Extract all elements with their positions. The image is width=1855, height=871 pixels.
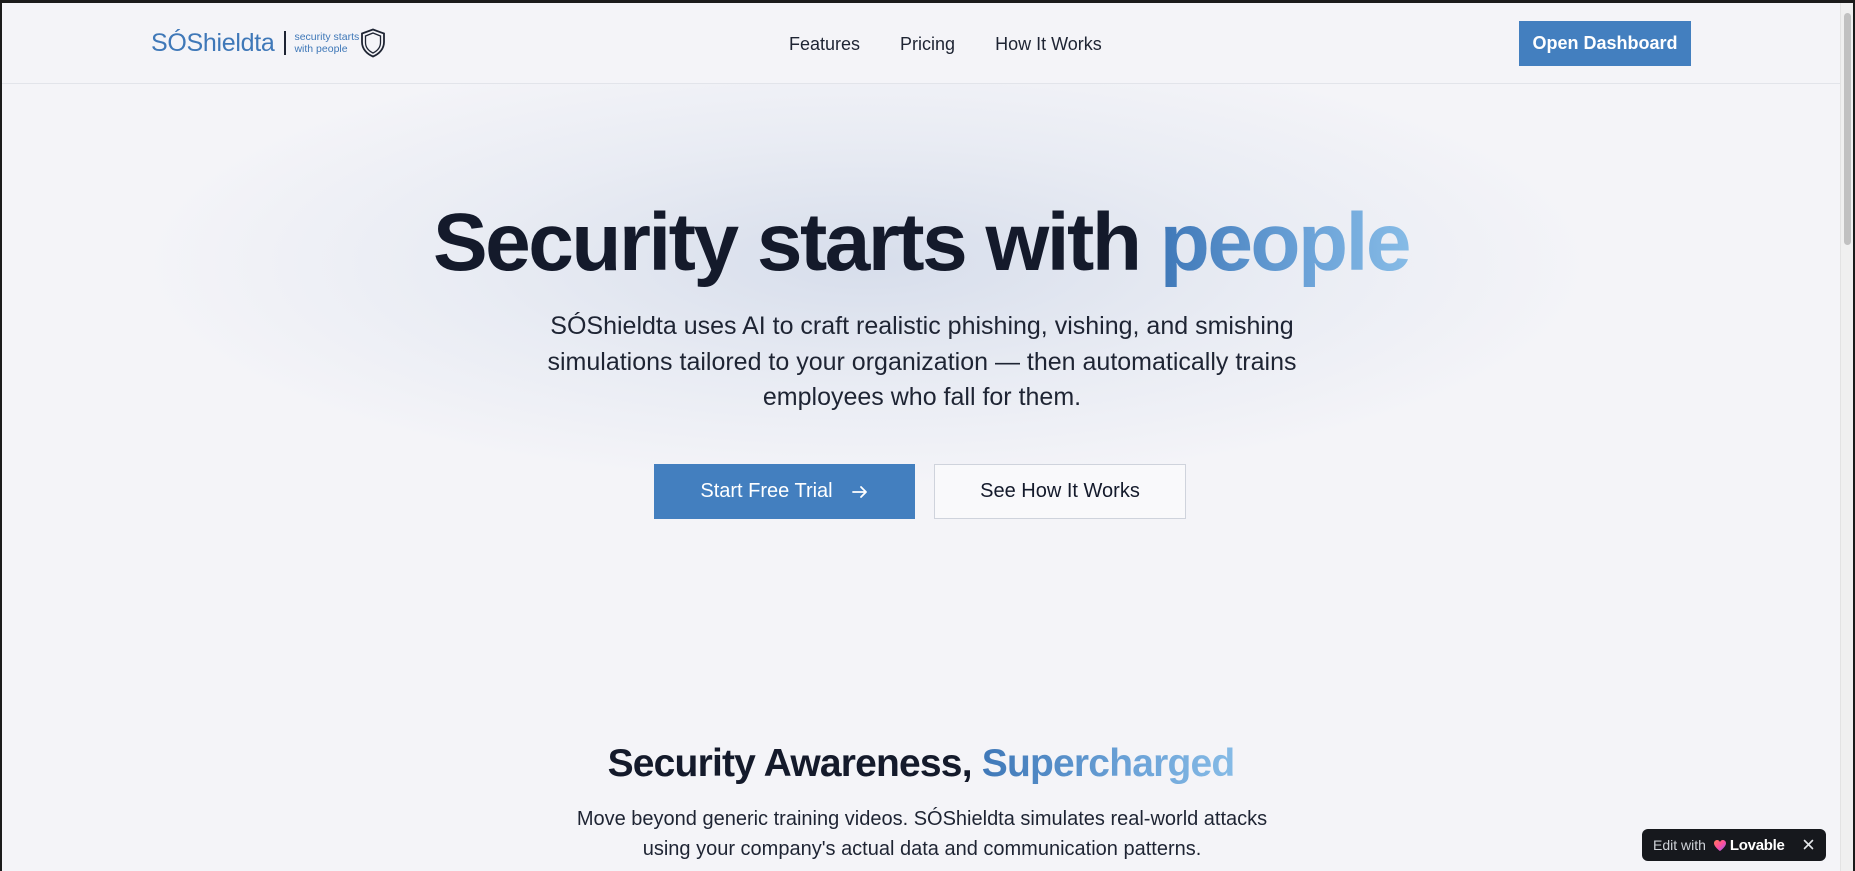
nav-link-how-it-works[interactable]: How It Works [995, 34, 1102, 55]
hero-subtitle: SÓShieldta uses AI to craft realistic ph… [547, 312, 1297, 411]
logo-wordmark: SÓShieldta [151, 28, 275, 57]
hero-title-main: Security starts with [432, 197, 1160, 288]
section-title-main: Security Awareness, [607, 742, 982, 785]
hero-title: Security starts with people [2, 193, 1840, 293]
logo-tagline: security starts with people [294, 31, 360, 55]
start-free-trial-button[interactable]: Start Free Trial [654, 464, 915, 519]
close-badge-button[interactable] [1801, 837, 1816, 852]
see-how-it-works-button[interactable]: See How It Works [934, 464, 1186, 519]
shield-icon [361, 28, 386, 58]
hero-title-accent: people [1159, 197, 1412, 288]
browser-viewport: SÓShieldta security starts with people F… [2, 3, 1853, 871]
badge-brand: Lovable [1729, 836, 1785, 854]
open-dashboard-button[interactable]: Open Dashboard [1519, 21, 1691, 66]
nav-link-pricing[interactable]: Pricing [900, 34, 955, 55]
lovable-heart-icon [1713, 839, 1726, 851]
brand-logo[interactable]: SÓShieldta security starts with people [151, 28, 386, 58]
arrow-right-icon [851, 485, 867, 498]
vertical-scrollbar[interactable] [1840, 3, 1853, 871]
badge-edit-label: Edit with [1653, 837, 1706, 853]
section-title-accent: Supercharged [981, 742, 1235, 785]
nav-link-features[interactable]: Features [789, 34, 860, 55]
section-title: Security Awareness, Supercharged [2, 739, 1840, 789]
main-nav: Features Pricing How It Works [789, 34, 1102, 55]
section-subtitle: Move beyond generic training videos. SÓS… [576, 808, 1268, 860]
close-icon [1803, 839, 1814, 850]
scrollbar-thumb[interactable] [1844, 13, 1851, 245]
edit-with-lovable-badge[interactable]: Edit with Lovable [1642, 829, 1826, 861]
start-free-trial-label: Start Free Trial [700, 480, 833, 502]
logo-divider [284, 31, 287, 55]
site-header: SÓShieldta security starts with people F… [2, 3, 1840, 84]
